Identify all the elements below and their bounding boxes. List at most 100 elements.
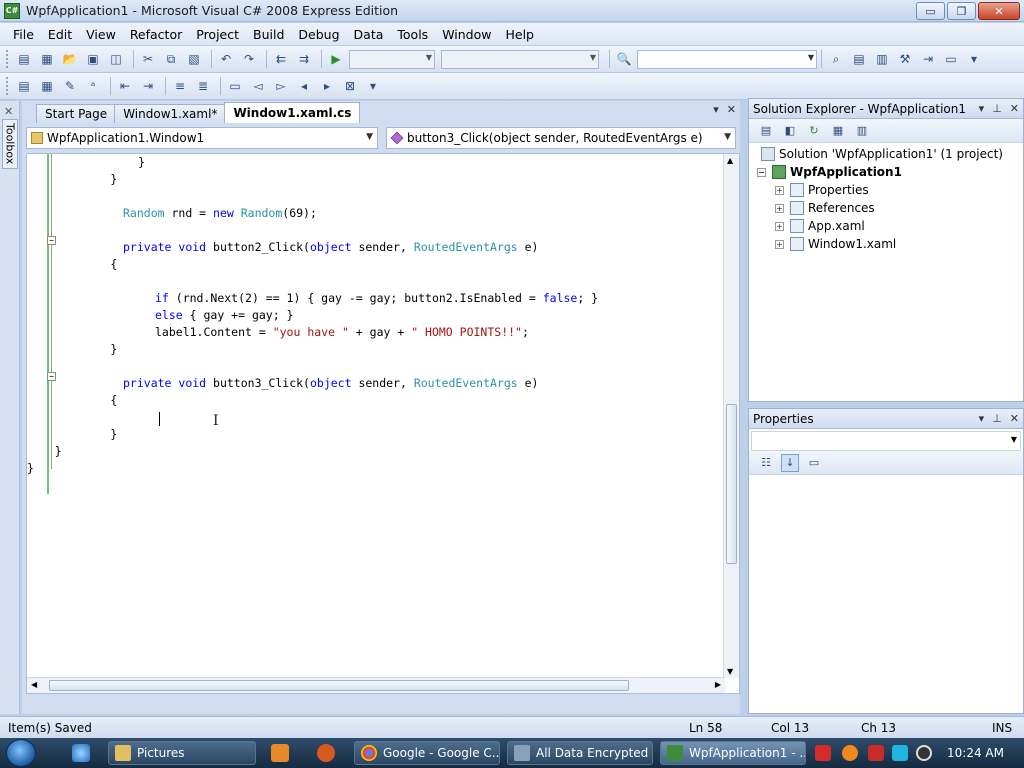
object-members-icon[interactable]: ▤ bbox=[14, 76, 34, 96]
quick-info-icon[interactable]: ✎ bbox=[60, 76, 80, 96]
toolbar-grip[interactable] bbox=[6, 50, 10, 68]
active-files-dropdown-icon[interactable]: ▾ bbox=[713, 103, 719, 116]
new-project-icon[interactable]: ▤ bbox=[14, 49, 34, 69]
tree-node-project[interactable]: − WpfApplication1 bbox=[757, 163, 902, 181]
view-code-icon[interactable]: ▦ bbox=[829, 122, 847, 140]
toolbar-options-icon[interactable]: ▾ bbox=[363, 76, 383, 96]
menu-view[interactable]: View bbox=[79, 27, 123, 42]
firefox-icon[interactable] bbox=[317, 744, 335, 762]
previous-bookmark-folder-icon[interactable]: ◂ bbox=[294, 76, 314, 96]
open-file-icon[interactable]: 📂 bbox=[60, 49, 80, 69]
dropdown-icon[interactable]: ▾ bbox=[979, 412, 985, 425]
tab-window1-xaml[interactable]: Window1.xaml* bbox=[114, 104, 227, 123]
collapse-toggle[interactable]: − bbox=[47, 236, 56, 245]
save-icon[interactable]: ▣ bbox=[83, 49, 103, 69]
close-icon[interactable]: ✕ bbox=[4, 105, 13, 118]
refresh-icon[interactable]: ↻ bbox=[805, 122, 823, 140]
internet-explorer-icon[interactable] bbox=[72, 744, 90, 762]
find-combo[interactable]: ▼ bbox=[637, 49, 817, 69]
scroll-down-icon[interactable]: ▼ bbox=[727, 667, 733, 676]
complete-word-icon[interactable]: ᵃ bbox=[83, 76, 103, 96]
increase-indent-icon[interactable]: ⇥ bbox=[138, 76, 158, 96]
minimize-button[interactable]: ▭ bbox=[916, 2, 945, 20]
horizontal-scrollbar[interactable]: ◀ ▶ bbox=[27, 677, 725, 693]
pin-icon[interactable]: ⊥ bbox=[992, 412, 1002, 425]
property-pages-icon[interactable]: ▭ bbox=[805, 454, 823, 472]
paste-icon[interactable]: ▧ bbox=[184, 49, 204, 69]
copy-icon[interactable]: ⧉ bbox=[161, 49, 181, 69]
collapse-toggle[interactable]: − bbox=[47, 372, 56, 381]
close-icon[interactable]: ✕ bbox=[1010, 412, 1019, 425]
decrease-indent-icon[interactable]: ⇤ bbox=[115, 76, 135, 96]
menu-window[interactable]: Window bbox=[435, 27, 498, 42]
next-bookmark-icon[interactable]: ▻ bbox=[271, 76, 291, 96]
menu-refactor[interactable]: Refactor bbox=[123, 27, 189, 42]
tray-search-icon[interactable] bbox=[842, 745, 858, 761]
maximize-button[interactable]: ❐ bbox=[947, 2, 976, 20]
close-document-icon[interactable]: ✕ bbox=[727, 103, 736, 116]
task-google-chrome[interactable]: Google - Google C... bbox=[354, 741, 500, 765]
start-debugging-icon[interactable]: ▶ bbox=[326, 49, 346, 69]
alphabetical-icon[interactable]: ↓ bbox=[781, 453, 799, 472]
menu-help[interactable]: Help bbox=[498, 27, 541, 42]
tab-window1-xaml-cs[interactable]: Window1.xaml.cs bbox=[224, 102, 361, 123]
tab-start-page[interactable]: Start Page bbox=[36, 104, 117, 123]
save-all-icon[interactable]: ◫ bbox=[106, 49, 126, 69]
start-button-icon[interactable] bbox=[6, 739, 36, 767]
categorized-icon[interactable]: ☷ bbox=[757, 454, 775, 472]
media-player-icon[interactable] bbox=[271, 744, 289, 762]
parameter-info-icon[interactable]: ▦ bbox=[37, 76, 57, 96]
more-windows-icon[interactable]: ▭ bbox=[941, 49, 961, 69]
properties-icon[interactable]: ▤ bbox=[757, 122, 775, 140]
previous-bookmark-icon[interactable]: ◅ bbox=[248, 76, 268, 96]
pin-icon[interactable]: ⊥ bbox=[992, 102, 1002, 115]
menu-edit[interactable]: Edit bbox=[41, 27, 79, 42]
class-combo[interactable]: WpfApplication1.Window1 ▼ bbox=[26, 127, 378, 149]
uncomment-lines-icon[interactable]: ≣ bbox=[193, 76, 213, 96]
menu-debug[interactable]: Debug bbox=[291, 27, 346, 42]
menu-file[interactable]: File bbox=[6, 27, 41, 42]
tree-node-properties[interactable]: + Properties bbox=[775, 181, 869, 199]
undo-icon[interactable]: ↶ bbox=[216, 49, 236, 69]
menu-build[interactable]: Build bbox=[246, 27, 291, 42]
comment-lines-icon[interactable]: ≡ bbox=[170, 76, 190, 96]
tree-node-window1-xaml[interactable]: + Window1.xaml bbox=[775, 235, 896, 253]
close-icon[interactable]: ✕ bbox=[1010, 102, 1019, 115]
clock[interactable]: 10:24 AM bbox=[947, 746, 1004, 760]
solution-explorer-icon[interactable]: ▤ bbox=[849, 49, 869, 69]
scroll-left-icon[interactable]: ◀ bbox=[31, 680, 37, 689]
tree-node-solution[interactable]: Solution 'WpfApplication1' (1 project) bbox=[761, 145, 1003, 163]
tree-node-references[interactable]: + References bbox=[775, 199, 875, 217]
toggle-bookmark-icon[interactable]: ▭ bbox=[225, 76, 245, 96]
expand-icon[interactable]: + bbox=[775, 185, 784, 195]
find-icon[interactable]: ⌕ bbox=[826, 49, 846, 69]
dropdown-icon[interactable]: ▾ bbox=[979, 102, 985, 115]
expand-icon[interactable]: + bbox=[775, 239, 784, 249]
properties-window-icon[interactable]: ▥ bbox=[872, 49, 892, 69]
tray-v-icon[interactable] bbox=[815, 745, 831, 761]
show-all-files-icon[interactable]: ◧ bbox=[781, 122, 799, 140]
expand-icon[interactable]: + bbox=[775, 221, 784, 231]
toolbox-tab[interactable]: Toolbox bbox=[2, 119, 18, 169]
toolbox-icon[interactable]: ⚒ bbox=[895, 49, 915, 69]
menu-project[interactable]: Project bbox=[189, 27, 246, 42]
navigate-back-icon[interactable]: ⇇ bbox=[271, 49, 291, 69]
solution-platform-combo[interactable]: ▼ bbox=[441, 49, 599, 69]
object-selector-combo[interactable]: ▼ bbox=[751, 431, 1021, 451]
view-designer-icon[interactable]: ▥ bbox=[853, 122, 871, 140]
task-wpfapplication1[interactable]: WpfApplication1 - ... bbox=[660, 741, 806, 765]
expand-icon[interactable]: + bbox=[775, 203, 784, 213]
tray-display-icon[interactable] bbox=[892, 745, 908, 761]
tray-flag-icon[interactable] bbox=[868, 745, 884, 761]
member-combo[interactable]: button3_Click(object sender, RoutedEvent… bbox=[386, 127, 736, 149]
start-page-icon[interactable]: ⇥ bbox=[918, 49, 938, 69]
next-bookmark-folder-icon[interactable]: ▸ bbox=[317, 76, 337, 96]
navigate-forward-icon[interactable]: ⇉ bbox=[294, 49, 314, 69]
scroll-thumb[interactable] bbox=[726, 404, 737, 564]
solution-configuration-combo[interactable]: ▼ bbox=[349, 49, 435, 69]
cut-icon[interactable]: ✂ bbox=[138, 49, 158, 69]
menu-data[interactable]: Data bbox=[347, 27, 391, 42]
menu-tools[interactable]: Tools bbox=[390, 27, 435, 42]
scroll-right-icon[interactable]: ▶ bbox=[715, 680, 721, 689]
redo-icon[interactable]: ↷ bbox=[239, 49, 259, 69]
